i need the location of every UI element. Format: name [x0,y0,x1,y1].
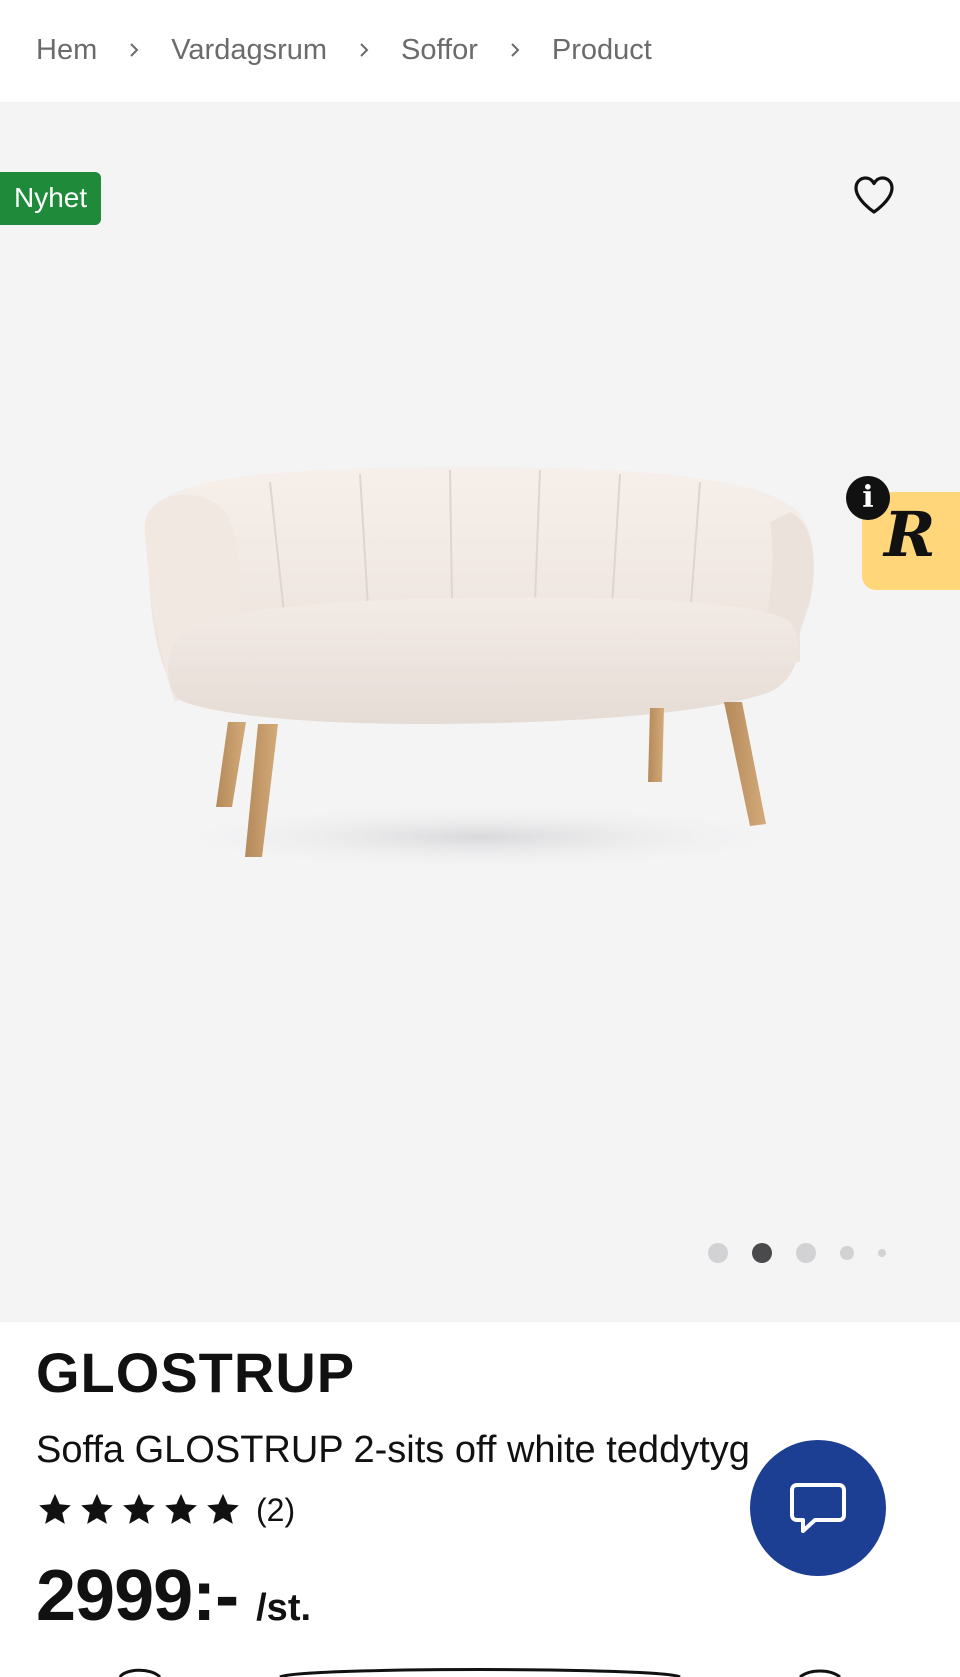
rating-stars [36,1491,246,1529]
chevron-right-icon [124,40,144,60]
favorite-button[interactable] [850,172,898,220]
breadcrumb: Hem Vardagsrum Soffor Product [36,0,652,100]
review-count[interactable]: (2) [256,1492,295,1529]
heart-outline-icon [854,176,894,214]
star-icon [36,1491,74,1529]
breadcrumb-link-soffor[interactable]: Soffor [401,34,478,67]
chevron-right-icon [505,40,525,60]
price-unit: /st. [256,1587,312,1629]
product-image-sofa[interactable] [0,102,960,1322]
gallery-dot-5[interactable] [878,1249,886,1257]
chat-button[interactable] [750,1440,886,1576]
gallery-pagination [700,1239,900,1263]
star-icon [78,1491,116,1529]
price-row: 2999:- /st. [36,1560,311,1632]
star-icon [120,1491,158,1529]
chat-bubble-icon [790,1483,846,1533]
star-icon [204,1491,242,1529]
breadcrumb-link-vardagsrum[interactable]: Vardagsrum [171,34,327,67]
breadcrumb-current-product[interactable]: Product [552,34,652,67]
reviews-widget-logo: R [884,498,936,571]
gallery-dot-1[interactable] [708,1243,728,1263]
product-image-gallery[interactable]: Nyhet R i [0,102,960,1322]
info-icon[interactable]: i [846,476,890,520]
product-price: 2999:- [36,1556,239,1636]
product-brand-title: GLOSTRUP [36,1341,356,1404]
product-description: Soffa GLOSTRUP 2-sits off white teddytyg [36,1429,750,1471]
star-icon [162,1491,200,1529]
product-rating[interactable]: (2) [36,1488,295,1532]
gallery-dot-2-active[interactable] [752,1243,772,1263]
gallery-dot-4[interactable] [840,1246,854,1260]
chevron-right-icon [354,40,374,60]
partial-next-section [118,1668,841,1677]
breadcrumb-link-home[interactable]: Hem [36,34,97,67]
gallery-dot-3[interactable] [796,1243,816,1263]
new-badge: Nyhet [0,172,102,225]
